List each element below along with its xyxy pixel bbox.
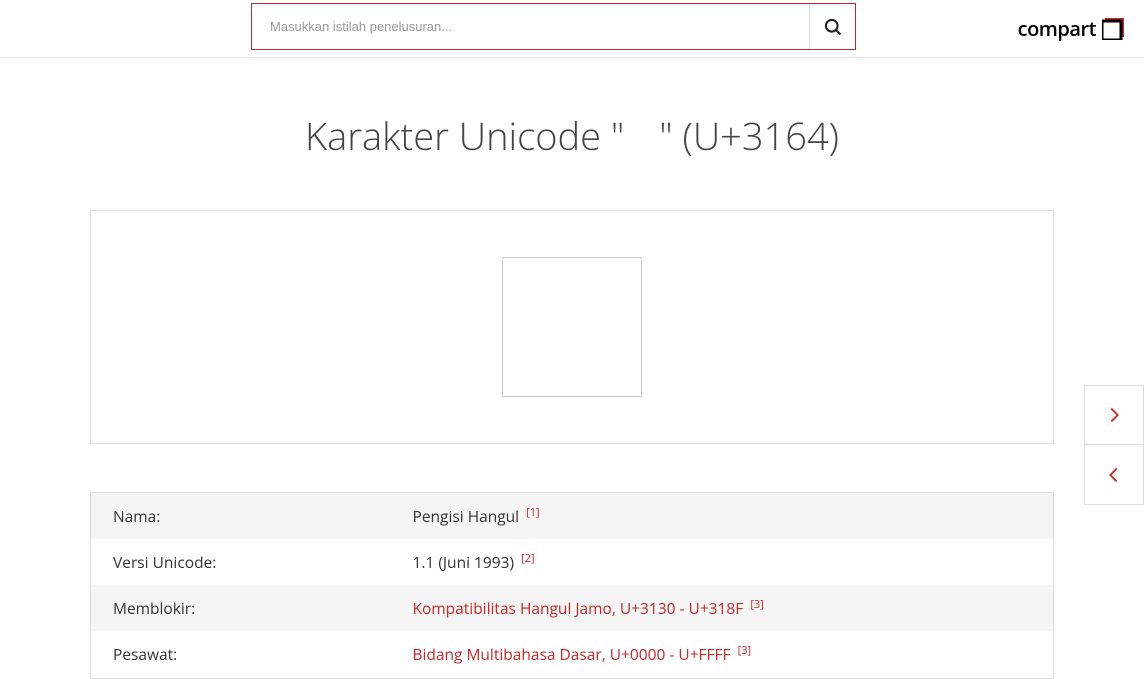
brand-logo[interactable]: compart [1018,15,1124,42]
search-bar [251,3,856,50]
table-row: Pesawat: Bidang Multibahasa Dasar, U+000… [91,631,1054,678]
character-glyph-box: ㅤ [502,257,642,397]
table-row: Memblokir: Kompatibilitas Hangul Jamo, U… [91,585,1054,631]
search-button[interactable] [809,4,855,49]
page-title: Karakter Unicode "ㅤ" (U+3164) [0,106,1144,162]
value-name: Pengisi Hangul [413,505,520,527]
label-name: Nama: [91,493,391,540]
chevron-right-icon [1103,404,1125,426]
label-version: Versi Unicode: [91,539,391,585]
brand-text: compart [1018,15,1096,42]
search-icon [823,17,843,37]
footnote-link[interactable]: [3] [738,643,752,658]
side-navigation [1084,385,1144,505]
search-input[interactable] [252,4,809,49]
footnote-link[interactable]: [1] [526,505,540,520]
chevron-left-icon [1103,464,1125,486]
brand-icon [1102,18,1124,40]
character-info-table: Nama: Pengisi Hangul [1] Versi Unicode: … [90,492,1054,679]
value-plane-link[interactable]: Bidang Multibahasa Dasar, U+0000 - U+FFF… [413,644,731,666]
value-version: 1.1 (Juni 1993) [413,551,515,573]
value-block-link[interactable]: Kompatibilitas Hangul Jamo, U+3130 - U+3… [413,597,744,619]
character-display-panel: ㅤ [90,210,1054,444]
prev-character-button[interactable] [1084,445,1144,505]
footnote-link[interactable]: [3] [750,597,764,612]
footnote-link[interactable]: [2] [521,551,535,566]
table-row: Nama: Pengisi Hangul [1] [91,493,1054,540]
table-row: Versi Unicode: 1.1 (Juni 1993) [2] [91,539,1054,585]
label-block: Memblokir: [91,585,391,631]
next-character-button[interactable] [1084,385,1144,445]
label-plane: Pesawat: [91,631,391,678]
